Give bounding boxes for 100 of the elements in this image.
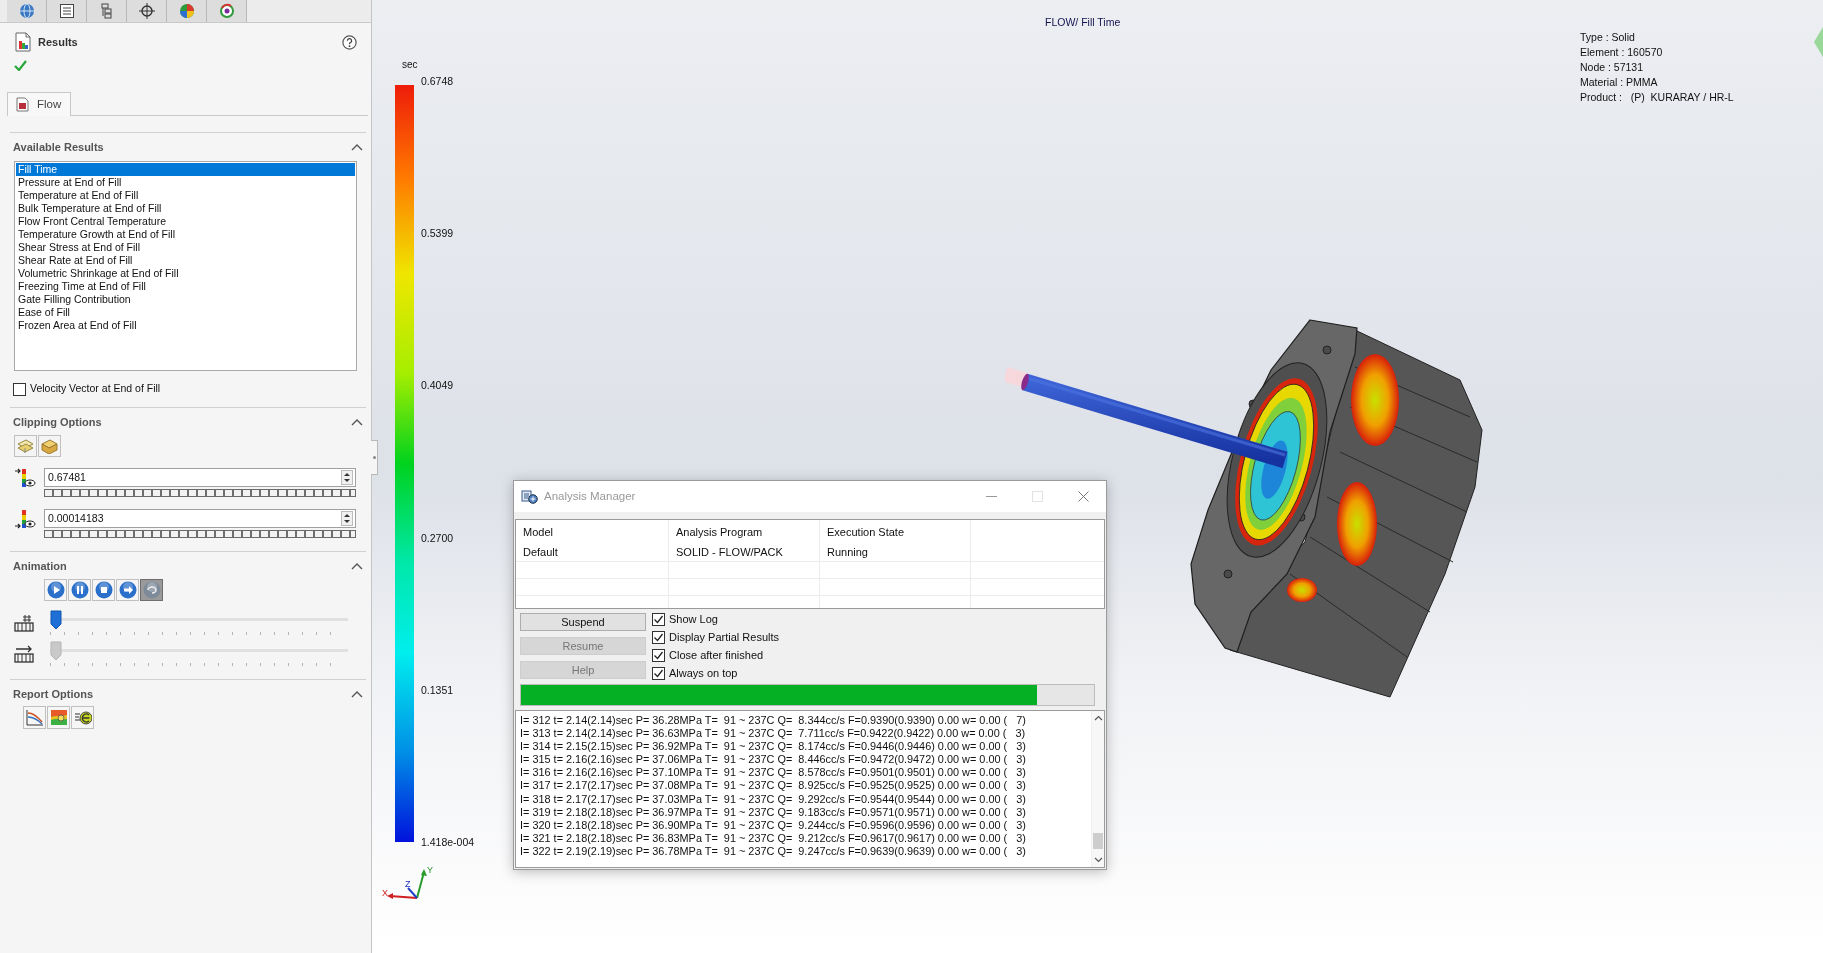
model-info-line: Element : 160570 [1580,45,1664,60]
log-line: I= 318 t= 2.17(2.17)sec P= 37.03MPa T= 91 ~ 237C Q= 9.292cc/s F=0.9544(0.9544) 0.00 w= 0.00 ( 3) [520,792,1027,806]
help-icon[interactable] [342,34,357,50]
column-header[interactable]: Execution State [820,520,971,544]
clip-range-scale[interactable] [44,489,356,497]
table-cell: Running [820,544,971,561]
pie-chart-icon [178,3,195,19]
log-line: I= 322 t= 2.19(2.19)sec P= 36.78MPa T= 91 ~ 237C Q= 9.247cc/s F=0.9639(0.9639) 0.00 w= 0.00 ( 3) [520,844,1027,859]
clip-value-field[interactable]: 0.67481 [44,468,356,487]
checkbox-label: Velocity Vector at End of Fill [30,381,161,397]
result-list-item[interactable]: Temperature at End of Fill [16,189,355,202]
solid-block-icon [41,438,58,454]
result-list-item[interactable]: Shear Stress at End of Fill [16,241,355,254]
flow-tab[interactable]: Flow [7,92,72,116]
clip-plane-button[interactable] [38,435,61,457]
scale-value: 0.5399 [421,227,455,240]
result-list-item[interactable]: Gate Filling Contribution [16,293,355,306]
panel-tab[interactable] [127,0,167,22]
animation-button[interactable] [44,579,67,601]
log-line: I= 313 t= 2.14(2.14)sec P= 36.63MPa T= 91 ~ 237C Q= 7.711cc/s F=0.9422(0.9422) 0.00 w= 0.00 ( 3) [520,727,1027,741]
result-list-item[interactable]: Flow Front Central Temperature [16,215,355,228]
checkbox-label: Show Log [669,611,718,627]
log-line: I= 317 t= 2.17(2.17)sec P= 37.08MPa T= 91 ~ 237C Q= 8.925cc/s F=0.9525(0.9525) 0.00 w= 0.00 ( 3) [520,779,1027,793]
result-list-item[interactable]: Ease of Fill [16,306,355,319]
log-line: I= 315 t= 2.16(2.16)sec P= 37.06MPa T= 91 ~ 237C Q= 8.446cc/s F=0.9472(0.9472) 0.00 w= 0.00 ( 3) [520,753,1027,767]
report-button[interactable] [23,706,46,729]
model-info-line: Product : (P) KURARAY / HR-L [1580,90,1734,105]
collapse-chevron-icon[interactable] [351,418,363,426]
loop-icon [142,581,161,599]
result-title: FLOW/ Fill Time [1045,15,1121,30]
report-button[interactable] [47,706,70,729]
animation-button[interactable] [92,579,115,601]
column-header[interactable]: Model [516,520,669,544]
result-list-item[interactable]: Fill Time [16,163,355,176]
checkbox[interactable] [652,630,665,644]
animation-slider-track[interactable] [50,610,348,630]
section-title: Clipping Options [13,414,102,430]
log-line: I= 320 t= 2.18(2.18)sec P= 36.90MPa T= 91 ~ 237C Q= 9.244cc/s F=0.9596(0.9596) 0.00 w= 0.00 ( 3) [520,818,1027,832]
spinner-arrows-icon[interactable] [341,470,353,485]
axis-label: Y [427,865,433,875]
crosshair-icon [138,3,155,19]
chart-document-icon [13,32,33,52]
clip-value-field[interactable]: 0.00014183 [44,509,356,528]
color-bar-eye-icon [14,468,36,489]
list-icon [58,3,75,19]
result-list-item[interactable]: Freezing Time at End of Fill [16,280,355,293]
section-title: Animation [13,558,67,574]
scrollbar-thumb[interactable] [1093,833,1103,849]
animation-button[interactable] [68,579,91,601]
table-cell: SOLID - FLOW/PACK [669,544,820,561]
result-list-item[interactable]: Frozen Area at End of Fill [16,319,355,332]
close-icon[interactable] [1077,491,1089,502]
panel-resize-handle[interactable] [371,440,378,475]
checkbox[interactable] [652,666,665,680]
scale-value: 0.1351 [421,683,455,696]
panel-tab[interactable] [207,0,247,22]
clip-range-scale[interactable] [44,530,356,538]
app-window-icon [521,489,538,504]
collapse-chevron-icon[interactable] [351,143,363,151]
checkbox[interactable] [13,382,26,396]
result-list-item[interactable]: Shear Rate at End of Fill [16,254,355,267]
result-list-item[interactable]: Temperature Growth at End of Fill [16,228,355,241]
stacked-planes-icon [17,438,34,454]
curve-chart-icon [25,709,44,726]
collapse-chevron-icon[interactable] [351,690,363,698]
animation-slider-track[interactable] [50,641,348,661]
column-header[interactable]: Analysis Program [669,520,820,544]
collapse-chevron-icon[interactable] [351,562,363,570]
window-title: Analysis Manager [544,488,636,504]
color-bar-eye-icon [14,509,36,530]
result-list-item[interactable]: Bulk Temperature at End of Fill [16,202,355,215]
slider-thumb[interactable] [50,610,62,630]
checkbox[interactable] [652,612,665,626]
checkmark-icon[interactable] [14,60,27,71]
result-list-item[interactable]: Volumetric Shrinkage at End of Fill [16,267,355,280]
model-info-line: Node : 57131 [1580,60,1645,75]
dialog-button[interactable]: Suspend [520,613,646,631]
panel-tab[interactable] [47,0,87,22]
result-list-item[interactable]: Pressure at End of Fill [16,176,355,189]
section-title: Report Options [13,686,94,702]
checkbox[interactable] [652,648,665,662]
triangle-icon [1814,27,1823,57]
play-icon [46,581,65,599]
animation-button[interactable] [116,579,139,601]
checkbox-label: Always on top [669,665,738,681]
section-title: Available Results [13,139,104,155]
spinner-arrows-icon[interactable] [341,511,353,526]
log-line: I= 319 t= 2.18(2.18)sec P= 36.97MPa T= 91 ~ 237C Q= 9.183cc/s F=0.9571(0.9571) 0.00 w= 0.00 ( 3) [520,805,1027,819]
globe-icon [18,3,35,19]
animation-button[interactable] [140,579,163,601]
log-line: I= 316 t= 2.16(2.16)sec P= 37.10MPa T= 91 ~ 237C Q= 8.578cc/s F=0.9501(0.9501) 0.00 w= 0.00 ( 3) [520,766,1027,780]
clip-plane-button[interactable] [14,435,37,457]
axis-label: Z [405,879,411,889]
scale-value: 0.4049 [421,379,455,392]
report-button[interactable] [71,706,94,729]
model-info-line: Type : Solid [1580,30,1636,45]
color-map-icon [49,709,68,726]
panel-title: Results [38,34,78,50]
scale-value: 1.418e-004 [421,835,475,848]
checkbox-label: Close after finished [669,647,764,663]
